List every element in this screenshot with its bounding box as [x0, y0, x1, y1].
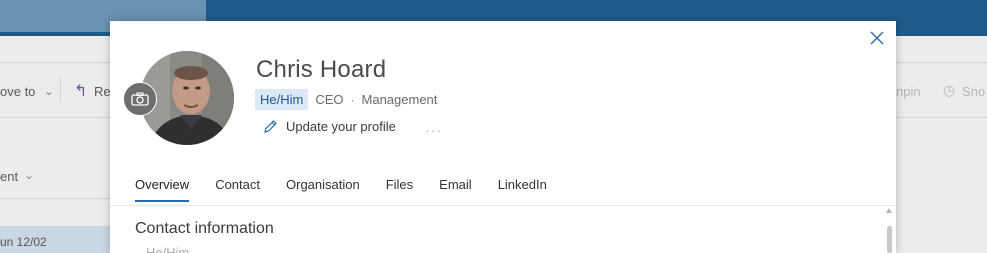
job-title: CEO	[315, 92, 344, 107]
scrollbar-thumb[interactable]	[887, 226, 892, 253]
tab-overview[interactable]: Overview	[135, 177, 190, 202]
more-options-button[interactable]: ···	[425, 122, 442, 138]
pencil-icon	[264, 120, 277, 133]
chevron-down-icon: ⌄	[24, 168, 35, 182]
profile-tabs: Overview Contact Organisation Files Emai…	[135, 177, 573, 202]
person-meta: He/Him CEO · Management	[255, 89, 437, 110]
unpin-button[interactable]: npin	[896, 84, 921, 99]
update-profile-button[interactable]: Update your profile	[263, 119, 396, 134]
department: Management	[361, 92, 438, 107]
scroll-up-arrow[interactable]	[886, 208, 892, 213]
list-divider	[0, 198, 110, 199]
reply-icon: ↰	[74, 83, 88, 100]
meta-separator: ·	[350, 92, 355, 107]
tab-email[interactable]: Email	[439, 177, 472, 200]
message-date: un 12/02	[0, 235, 47, 249]
clock-icon: ◷	[943, 82, 956, 98]
tab-organisation[interactable]: Organisation	[286, 177, 360, 200]
tabs-divider	[110, 205, 896, 206]
update-profile-label: Update your profile	[286, 119, 396, 134]
reply-button[interactable]: Re	[94, 84, 111, 99]
close-icon	[870, 31, 884, 45]
chevron-down-icon: ⌄	[44, 84, 55, 98]
tab-linkedin[interactable]: LinkedIn	[498, 177, 547, 200]
snooze-button[interactable]: Sno	[962, 84, 985, 99]
pronouns-badge: He/Him	[255, 89, 309, 110]
contact-information-heading: Contact information	[135, 220, 274, 237]
camera-icon	[131, 92, 149, 106]
avatar-container	[123, 51, 234, 145]
ribbon-separator	[60, 78, 61, 102]
change-photo-button[interactable]	[123, 82, 157, 116]
sort-dropdown[interactable]: ent	[0, 169, 18, 184]
tab-files[interactable]: Files	[386, 177, 413, 200]
tab-contact[interactable]: Contact	[215, 177, 260, 200]
person-name: Chris Hoard	[256, 56, 387, 83]
section-peek-text: He/Him	[146, 245, 190, 253]
profile-card-dialog: Chris Hoard He/Him CEO · Management Upda…	[110, 21, 896, 253]
close-button[interactable]	[870, 31, 886, 47]
move-to-button[interactable]: ove to	[0, 84, 35, 99]
